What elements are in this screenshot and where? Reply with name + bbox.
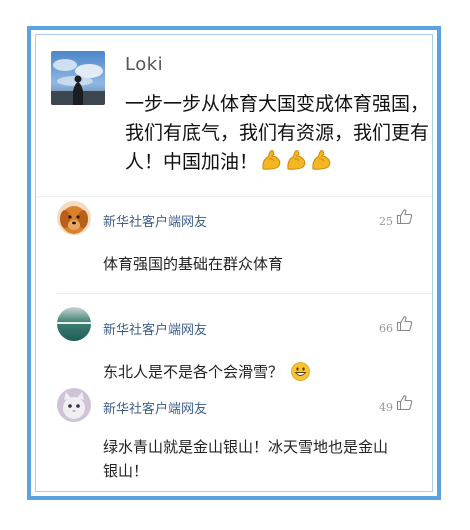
card-content: Loki 一步一步从体育大国变成体育强国，我们有底气，我们有资源，我们更有人！中… (35, 34, 433, 492)
thumbs-up-icon[interactable] (396, 394, 413, 414)
comment-divider (57, 293, 432, 294)
commenter-avatar[interactable] (57, 201, 91, 235)
post-avatar[interactable] (51, 51, 105, 105)
thumbs-up-icon[interactable] (396, 208, 413, 228)
comment-item: 新华社客户端网友 49 绿水青山就是金山银山！冰天雪地也是金山银山！ (36, 388, 432, 498)
comment-text: 绿水青山就是金山银山！冰天雪地也是金山银山！ (103, 438, 389, 480)
commenter-name[interactable]: 新华社客户端网友 (103, 211, 207, 230)
comment-text-content: 东北人是不是各个会滑雪？ (103, 363, 284, 381)
like-count: 25 (379, 215, 393, 228)
like-button[interactable]: 66 (379, 315, 413, 335)
post-divider (36, 196, 432, 197)
like-count: 66 (379, 322, 393, 335)
grinning-face-icon (290, 362, 310, 388)
comment-text: 东北人是不是各个会滑雪？ (103, 360, 403, 388)
thumbs-up-icon[interactable] (396, 315, 413, 335)
comment-item: 新华社客户端网友 66 东北人是不是各个会滑雪？ (36, 307, 432, 397)
commenter-name[interactable]: 新华社客户端网友 (103, 319, 207, 338)
like-button[interactable]: 49 (379, 394, 413, 414)
like-count: 49 (379, 401, 393, 414)
flexed-biceps-icon (259, 148, 283, 181)
comment-text: 体育强国的基础在群众体育 (103, 255, 284, 273)
card-frame: Loki 一步一步从体育大国变成体育强国，我们有底气，我们有资源，我们更有人！中… (27, 26, 441, 500)
flexed-biceps-icon (284, 148, 308, 181)
flexed-biceps-icon (309, 148, 333, 181)
main-post: Loki 一步一步从体育大国变成体育强国，我们有底气，我们有资源，我们更有人！中… (36, 35, 432, 193)
commenter-avatar[interactable] (57, 388, 91, 422)
like-button[interactable]: 25 (379, 208, 413, 228)
post-text: 一步一步从体育大国变成体育强国，我们有底气，我们有资源，我们更有人！中国加油！ (125, 90, 430, 181)
commenter-avatar[interactable] (57, 307, 91, 341)
comment-item: 新华社客户端网友 25 体育强国的基础在群众体育 (36, 201, 432, 296)
commenter-name[interactable]: 新华社客户端网友 (103, 398, 207, 417)
post-author[interactable]: Loki (125, 54, 163, 75)
